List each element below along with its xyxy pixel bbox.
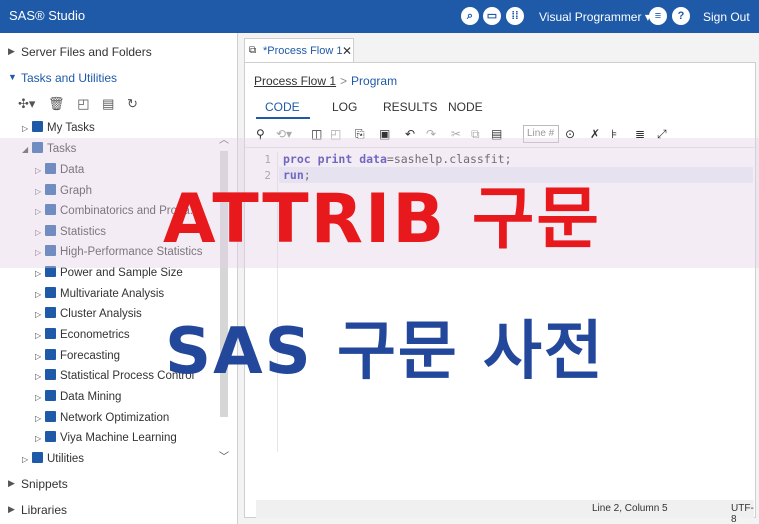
perspective-menu[interactable]: Visual Programmer ▾ xyxy=(539,10,651,24)
menu-icon[interactable]: ≡ xyxy=(649,7,667,25)
editor-pane: Process Flow 1 > Program CODE LOG RESULTS … xyxy=(244,62,756,524)
section-label: Snippets xyxy=(21,477,68,491)
tab-label: *Process Flow 1 xyxy=(263,45,343,57)
section-snippets[interactable]: ▶ Snippets xyxy=(0,472,238,496)
folder-icon xyxy=(45,328,56,339)
breadcrumb-separator: > xyxy=(340,74,348,88)
chevron-right-icon: ▷ xyxy=(35,414,42,423)
tree-item-utilities[interactable]: ▷ Utilities xyxy=(22,452,84,472)
properties-icon[interactable]: ◰ xyxy=(77,96,89,112)
tab-log[interactable]: LOG xyxy=(332,100,357,114)
tree-item-label: Forecasting xyxy=(60,350,121,362)
folder-icon xyxy=(45,369,56,380)
sas-studio-window: SAS® Studio ⌕ ▭ ⁞⁞ Visual Programmer ▾ ≡… xyxy=(0,0,759,524)
editor-tabs: CODE LOG RESULTS NODE xyxy=(245,97,755,119)
tree-item-forecasting[interactable]: ▷ Forecasting xyxy=(35,349,120,369)
perspective-label: Visual Programmer xyxy=(539,10,642,24)
delete-icon[interactable]: 🗑 xyxy=(48,96,65,112)
folder-icon xyxy=(45,349,56,360)
folder-icon[interactable]: ▭ xyxy=(483,7,501,25)
search-icon[interactable]: ⌕ xyxy=(461,7,479,25)
close-icon[interactable]: ✕ xyxy=(342,44,352,58)
section-label: Libraries xyxy=(21,503,68,517)
folder-icon xyxy=(45,431,56,442)
new-task-icon[interactable]: ✣▾ xyxy=(18,96,35,112)
section-label: Tasks and Utilities xyxy=(21,71,118,85)
tree-item-viya-ml[interactable]: ▷ Viya Machine Learning xyxy=(35,431,177,451)
breadcrumb-flow-link[interactable]: Process Flow 1 xyxy=(254,74,336,88)
encoding-label: UTF-8 xyxy=(731,503,754,524)
tree-item-label: Power and Sample Size xyxy=(60,267,183,279)
apps-icon[interactable]: ⁞⁞ xyxy=(506,7,524,25)
section-label: Server Files and Folders xyxy=(21,45,152,59)
process-flow-icon: ⧉ xyxy=(249,45,257,56)
tree-item-label: Utilities xyxy=(47,453,85,465)
section-libraries[interactable]: ▶ Libraries xyxy=(0,498,238,522)
list-icon[interactable]: ▤ xyxy=(102,96,114,112)
sign-out-link[interactable]: Sign Out xyxy=(703,10,750,24)
section-server-files[interactable]: ▶ Server Files and Folders xyxy=(0,40,238,64)
tree-item-econometrics[interactable]: ▷ Econometrics xyxy=(35,328,130,348)
tree-item-label: Multivariate Analysis xyxy=(60,288,165,300)
breadcrumb: Process Flow 1 > Program xyxy=(254,74,397,88)
chevron-right-icon: ▷ xyxy=(35,331,42,340)
top-bar: SAS® Studio ⌕ ▭ ⁞⁞ Visual Programmer ▾ ≡… xyxy=(0,0,759,33)
chevron-right-icon: ▶ xyxy=(8,478,15,488)
app-title: SAS® Studio xyxy=(9,8,86,23)
tree-item-label: Data Mining xyxy=(60,391,122,403)
active-tab-indicator xyxy=(256,117,310,119)
tree-item-power-sample[interactable]: ▷ Power and Sample Size xyxy=(35,266,183,286)
chevron-right-icon: ▷ xyxy=(35,434,42,443)
folder-icon xyxy=(45,390,56,401)
tree-item-network-opt[interactable]: ▷ Network Optimization xyxy=(35,411,169,431)
help-icon[interactable]: ? xyxy=(672,7,690,25)
tree-item-data-mining[interactable]: ▷ Data Mining xyxy=(35,390,121,410)
section-tasks-utilities[interactable]: ▼ Tasks and Utilities xyxy=(0,66,238,90)
tree-item-multivariate[interactable]: ▷ Multivariate Analysis xyxy=(35,287,164,307)
folder-icon xyxy=(45,307,56,318)
tab-results[interactable]: RESULTS xyxy=(383,100,437,114)
tab-node[interactable]: NODE xyxy=(448,100,483,114)
chevron-down-icon[interactable]: ﹀ xyxy=(219,448,229,463)
tree-item-cluster[interactable]: ▷ Cluster Analysis xyxy=(35,307,142,327)
folder-icon xyxy=(45,411,56,422)
chevron-right-icon: ▷ xyxy=(22,124,29,133)
folder-icon xyxy=(45,287,56,298)
chevron-right-icon: ▷ xyxy=(35,352,42,361)
breadcrumb-current: Program xyxy=(351,74,398,88)
tree-item-label: Viya Machine Learning xyxy=(60,432,177,444)
tasks-toolbar: ✣▾ 🗑 ◰ ▤ ↻ xyxy=(18,96,147,116)
tab-process-flow[interactable]: ⧉ *Process Flow 1 ✕ xyxy=(244,38,354,62)
chevron-right-icon: ▷ xyxy=(35,269,42,278)
utilities-icon xyxy=(32,452,43,463)
chevron-right-icon: ▷ xyxy=(35,372,42,381)
chevron-right-icon: ▷ xyxy=(35,310,42,319)
navigation-pane: ▶ Server Files and Folders ▼ Tasks and U… xyxy=(0,33,238,524)
cursor-position: Line 2, Column 5 xyxy=(592,503,668,514)
status-bar: Line 2, Column 5 UTF-8 xyxy=(256,500,754,524)
chevron-right-icon: ▶ xyxy=(8,46,15,56)
refresh-icon[interactable]: ↻ xyxy=(127,96,138,112)
tree-item-label: Econometrics xyxy=(60,329,130,341)
folder-icon xyxy=(32,121,43,132)
chevron-right-icon: ▶ xyxy=(8,504,15,514)
chevron-right-icon: ▷ xyxy=(35,290,42,299)
chevron-right-icon: ▷ xyxy=(22,455,29,464)
work-area: ⧉ *Process Flow 1 ✕ Process Flow 1 > Progr… xyxy=(239,33,759,524)
tree-item-label: Network Optimization xyxy=(60,412,170,424)
overlay-title: ATTRIB 구문 xyxy=(163,180,601,259)
chevron-right-icon: ▷ xyxy=(35,393,42,402)
tree-item-label: My Tasks xyxy=(47,122,95,134)
tree-item-label: Cluster Analysis xyxy=(60,308,142,320)
tab-code[interactable]: CODE xyxy=(265,100,300,114)
overlay-subtitle: SAS 구문 사전 xyxy=(165,315,605,389)
chevron-down-icon: ▼ xyxy=(8,72,17,82)
